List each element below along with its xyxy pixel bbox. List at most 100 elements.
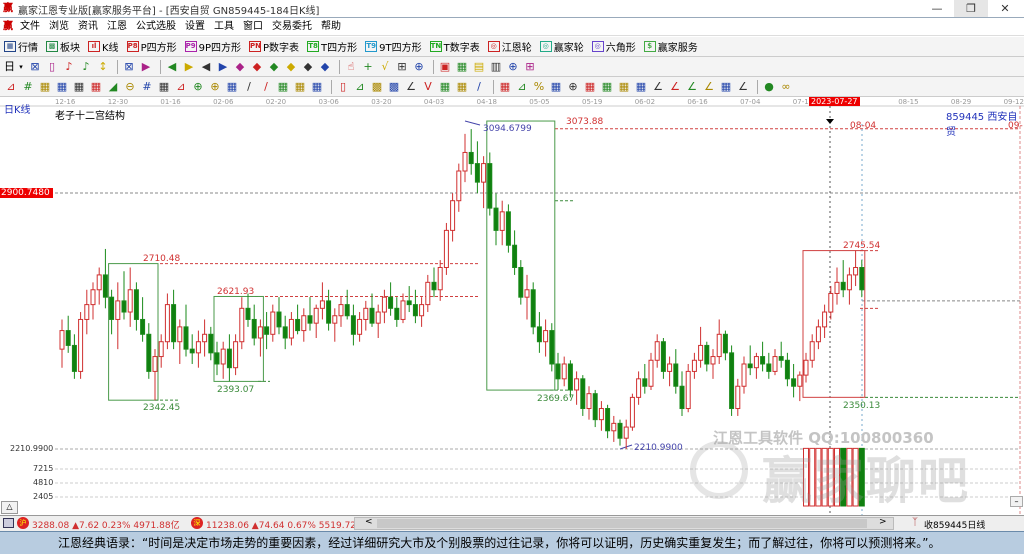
tool-icon[interactable]: ∠: [668, 80, 682, 94]
toolbar-button[interactable]: ◎ 江恩轮: [487, 39, 532, 54]
tool-icon[interactable]: ▦: [89, 80, 103, 94]
tool-icon[interactable]: #: [21, 80, 35, 94]
tool-icon[interactable]: ⊖: [123, 80, 137, 94]
restore-button[interactable]: ❐: [954, 0, 988, 17]
tool-icon[interactable]: ▦: [549, 80, 563, 94]
tool-icon[interactable]: ∠: [702, 80, 716, 94]
tool-icon[interactable]: ▦: [455, 60, 469, 74]
tool-icon[interactable]: ∞: [779, 80, 793, 94]
toolbar-button[interactable]: P8 P四方形: [126, 39, 177, 54]
tool-icon[interactable]: ▯: [45, 60, 59, 74]
kline-chart[interactable]: 日K线 老子十二宫结构 859445 西安自贸 2900.7480 2210.9…: [0, 96, 1024, 516]
tool-icon[interactable]: ▦: [617, 80, 631, 94]
tool-icon[interactable]: ▩: [387, 80, 401, 94]
tool-icon[interactable]: ↕: [96, 60, 110, 74]
toolbar-button[interactable]: ◎ 赢家轮: [539, 39, 584, 54]
shanghai-index[interactable]: 3288.08 ▲7.62 0.23% 4971.88亿: [32, 518, 180, 531]
toolbar-button[interactable]: ▩ 板块: [46, 39, 80, 54]
tool-icon[interactable]: ◆: [301, 60, 315, 74]
tool-icon[interactable]: ⊠: [28, 60, 42, 74]
tool-icon[interactable]: ⊞: [395, 60, 409, 74]
menu-item[interactable]: 交易委托: [272, 18, 312, 36]
tool-icon[interactable]: ☝: [344, 60, 358, 74]
tool-icon[interactable]: ⊞: [523, 60, 537, 74]
toolbar-button[interactable]: T8 T四方形: [307, 39, 357, 54]
tool-icon[interactable]: ▦: [310, 80, 324, 94]
horizontal-scrollbar[interactable]: < >: [354, 517, 894, 530]
toolbar-button[interactable]: ıl K线: [88, 39, 119, 54]
toolbar-button[interactable]: TN T数字表: [429, 39, 480, 54]
tool-icon[interactable]: ◆: [318, 60, 332, 74]
scroll-left-button[interactable]: <: [365, 517, 373, 527]
tool-icon[interactable]: ◢: [106, 80, 120, 94]
tool-icon[interactable]: /: [259, 80, 273, 94]
toolbar-button[interactable]: ▦ 行情: [4, 39, 38, 54]
minimize-button[interactable]: —: [920, 0, 954, 17]
tool-icon[interactable]: ▶: [216, 60, 230, 74]
menu-item[interactable]: 公式选股: [136, 18, 176, 36]
menu-item[interactable]: 设置: [185, 18, 205, 36]
scroll-right-button[interactable]: >: [879, 517, 887, 527]
calculator-icon[interactable]: [3, 518, 14, 528]
toolbar-button[interactable]: ◎ 六角形: [591, 39, 636, 54]
tool-icon[interactable]: /: [472, 80, 486, 94]
tool-icon[interactable]: ⊕: [208, 80, 222, 94]
collapse-button[interactable]: –: [1010, 496, 1023, 507]
tool-icon[interactable]: ♪: [62, 60, 76, 74]
scrollbar-thumb[interactable]: [377, 519, 867, 528]
toolbar-button[interactable]: T9 9T四方形: [365, 39, 422, 54]
tool-icon[interactable]: ♪: [79, 60, 93, 74]
chevron-down-icon[interactable]: ▾: [17, 60, 25, 74]
tool-icon[interactable]: ⊿: [174, 80, 188, 94]
tool-icon[interactable]: ∠: [685, 80, 699, 94]
tool-icon[interactable]: ⊕: [191, 80, 205, 94]
tool-icon[interactable]: ⊿: [515, 80, 529, 94]
tool-icon[interactable]: #: [140, 80, 154, 94]
tool-icon[interactable]: ▩: [370, 80, 384, 94]
menu-item[interactable]: 帮助: [321, 18, 341, 36]
close-button[interactable]: ✕: [988, 0, 1022, 17]
tool-icon[interactable]: ▦: [455, 80, 469, 94]
toolbar-button[interactable]: P9 9P四方形: [184, 39, 241, 54]
tool-icon[interactable]: ◆: [267, 60, 281, 74]
tool-icon[interactable]: ▦: [583, 80, 597, 94]
tool-icon[interactable]: ∠: [404, 80, 418, 94]
menu-item[interactable]: 浏览: [49, 18, 69, 36]
tool-icon[interactable]: ∠: [651, 80, 665, 94]
tool-icon[interactable]: %: [532, 80, 546, 94]
tool-icon[interactable]: ▦: [293, 80, 307, 94]
tool-icon[interactable]: +: [361, 60, 375, 74]
tool-icon[interactable]: ▦: [498, 80, 512, 94]
expand-button[interactable]: △: [1, 501, 18, 514]
tool-icon[interactable]: ▦: [276, 80, 290, 94]
tool-icon[interactable]: ▦: [438, 80, 452, 94]
menu-item[interactable]: 文件: [20, 18, 40, 36]
tool-icon[interactable]: ▯: [336, 80, 350, 94]
tool-icon[interactable]: ◀: [199, 60, 213, 74]
shenzhen-index[interactable]: 11238.06 ▲74.64 0.67% 5519.72亿: [206, 518, 365, 531]
tool-icon[interactable]: ◆: [250, 60, 264, 74]
tool-icon[interactable]: ▥: [489, 60, 503, 74]
tool-icon[interactable]: ◆: [233, 60, 247, 74]
tool-icon[interactable]: ▦: [225, 80, 239, 94]
tool-icon[interactable]: ⊿: [4, 80, 18, 94]
tool-icon[interactable]: ▦: [55, 80, 69, 94]
tool-icon[interactable]: ▶: [182, 60, 196, 74]
tool-icon[interactable]: ▦: [600, 80, 614, 94]
period-selector[interactable]: 日: [4, 60, 15, 74]
tool-icon[interactable]: /: [242, 80, 256, 94]
tool-icon[interactable]: ▦: [72, 80, 86, 94]
tool-icon[interactable]: V: [421, 80, 435, 94]
tool-icon[interactable]: ▦: [634, 80, 648, 94]
menu-item[interactable]: 江恩: [107, 18, 127, 36]
tool-icon[interactable]: ▦: [157, 80, 171, 94]
toolbar-button[interactable]: PN P数字表: [249, 39, 299, 54]
tool-icon[interactable]: ∠: [736, 80, 750, 94]
tool-icon[interactable]: ⊿: [353, 80, 367, 94]
tool-icon[interactable]: ▦: [38, 80, 52, 94]
tool-icon[interactable]: ▦: [719, 80, 733, 94]
menu-item[interactable]: 资讯: [78, 18, 98, 36]
tool-icon[interactable]: ▣: [438, 60, 452, 74]
tool-icon[interactable]: ⊕: [506, 60, 520, 74]
tool-icon[interactable]: ◀: [165, 60, 179, 74]
